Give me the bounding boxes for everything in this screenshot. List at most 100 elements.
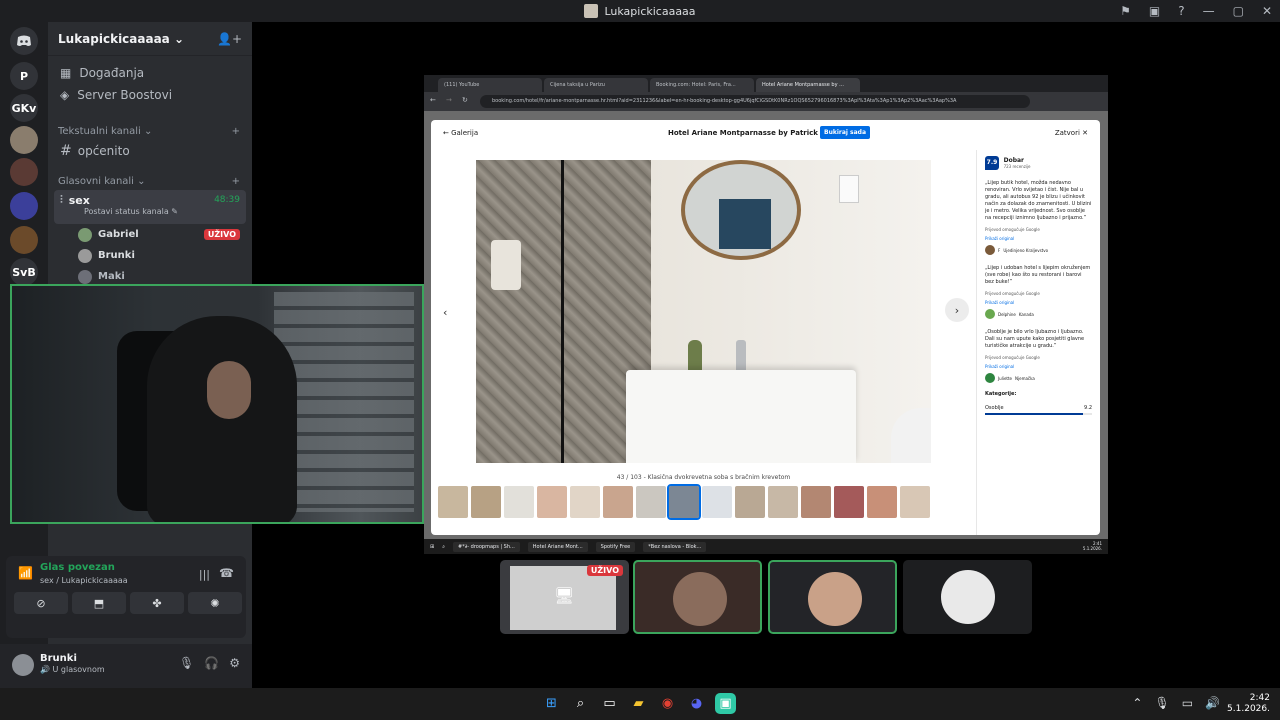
category-text-channels[interactable]: Tekstualni kanali ⌄ + [48,122,252,140]
participant-tile[interactable] [633,560,762,634]
hash-icon: # [60,143,72,159]
app-icon[interactable]: ▣ [715,693,736,714]
participant-tile[interactable] [768,560,897,634]
participant-tile[interactable] [903,560,1032,634]
category-label: Glasovni kanali [58,175,134,187]
gear-icon[interactable]: ⚙ [229,656,240,670]
windows-start-icon[interactable]: ⊞ [541,693,562,714]
gallery-thumbnail[interactable] [768,486,798,518]
soundboard-button[interactable]: ✺ [188,592,242,614]
gallery-thumbnail[interactable] [900,486,930,518]
server-icon-photo[interactable] [10,126,38,154]
server-icon-gkv[interactable]: GKv [10,94,38,122]
gallery-back-button[interactable]: ← Galerija [443,129,478,137]
maximize-button[interactable]: ▢ [1233,4,1244,18]
monitor-icon: 🖥 [554,586,575,605]
microphone-icon[interactable]: 🎙 [1154,696,1169,710]
server-icon-svb[interactable]: SvB [10,258,38,286]
translated-by: Prijevod omogućuje Google [985,291,1040,296]
browser-tab[interactable]: (111) YouTube [438,78,542,92]
gallery-thumbnail[interactable] [702,486,732,518]
reload-icon[interactable]: ↻ [462,96,468,104]
disconnect-icon[interactable]: ☎ [219,566,234,580]
avatar [808,572,862,626]
server-header[interactable]: Lukapickicaaaaa ⌄ 👤+ [48,22,252,56]
gallery-thumbnail[interactable] [438,486,468,518]
camera-off-button[interactable]: ⊘ [14,592,68,614]
webcam-video[interactable] [10,284,424,524]
browser-tab-active[interactable]: Hotel Ariane Montparnasse by ... [756,78,860,92]
server-icon-p[interactable]: P [10,62,38,90]
live-badge: UŽIVO [586,565,623,576]
activities-button[interactable]: ✤ [130,592,184,614]
voice-location[interactable]: sex / Lukapickicaaaaa [40,576,128,585]
browser-tab[interactable]: Cijena taksija u Parizu [544,78,648,92]
voice-user-brunki[interactable]: Brunki [48,245,252,266]
gallery-thumbnail[interactable] [570,486,600,518]
inbox-flag-icon[interactable]: ⚑ [1120,4,1131,18]
browser-tab[interactable]: Booking.com: Hotel: Paris, Fra... [650,78,754,92]
gallery-thumbnail[interactable] [537,486,567,518]
search-icon[interactable]: ⌕ [570,693,591,714]
screen-share-icon[interactable]: ▣ [1149,4,1160,18]
microphone-icon[interactable]: 🎙 [179,656,194,670]
chrome-icon[interactable]: ◉ [657,693,678,714]
avatar[interactable] [12,654,34,676]
add-channel-icon[interactable]: + [232,126,240,137]
channel-general[interactable]: # općenito [48,140,252,162]
gallery-thumbnail[interactable] [504,486,534,518]
gallery-close-button[interactable]: Zatvori ✕ [1055,129,1088,137]
avatar [673,572,727,626]
volume-icon[interactable]: 🔊 [1205,696,1220,710]
review-text: „Lijep butik hotel, možda nedavno renovi… [985,180,1092,221]
server-folder-icon[interactable] [10,192,38,220]
review-item: „Lijep butik hotel, možda nedavno renovi… [985,180,1092,255]
invite-people-icon[interactable]: 👤+ [217,32,242,46]
voice-channel-label: sex [68,193,90,207]
next-photo-icon[interactable]: › [945,298,969,322]
gallery-thumbnail[interactable] [471,486,501,518]
help-icon[interactable]: ? [1178,4,1184,18]
add-channel-icon[interactable]: + [232,176,240,187]
participant-tile-stream[interactable]: 🖥 UŽIVO [500,560,629,634]
category-voice-channels[interactable]: Glasovni kanali ⌄ + [48,172,252,190]
show-original-link[interactable]: Prikaži original [985,235,1092,242]
sidebar-link-boosts[interactable]: ◈ Server Boostovi [48,84,252,106]
book-now-button[interactable]: Bukiraj sada [820,126,871,139]
noise-suppression-icon[interactable]: ||| [199,568,210,581]
address-bar[interactable]: booking.com/hotel/fr/ariane-montparnasse… [480,95,1030,108]
screen-share-view[interactable]: (111) YouTube Cijena taksija u Parizu Bo… [424,75,1108,554]
set-channel-status[interactable]: Postavi status kanala ✎ [84,207,240,216]
headphones-icon[interactable]: 🎧 [204,656,219,670]
gallery-thumbnail[interactable] [667,484,701,520]
gallery-thumbnail[interactable] [603,486,633,518]
prev-photo-icon[interactable]: ‹ [443,306,447,319]
forward-arrow-icon[interactable]: → [446,96,452,104]
gallery-thumbnail[interactable] [834,486,864,518]
back-arrow-icon[interactable]: ← [430,96,436,104]
os-clock[interactable]: 2:42 5.1.2026. [1227,693,1270,715]
minimize-button[interactable]: — [1203,4,1215,18]
show-original-link[interactable]: Prikaži original [985,363,1092,370]
gallery-modal: ← Galerija Hotel Ariane Montparnasse by … [431,120,1100,535]
server-icon-photo[interactable] [10,158,38,186]
sidebar-link-events[interactable]: ▦ Događanja [48,62,252,84]
close-window-button[interactable]: ✕ [1262,4,1272,18]
gallery-thumbnail[interactable] [867,486,897,518]
signal-icon: 📶 [18,566,33,580]
voice-user-gabriel[interactable]: Gabriel UŽIVO [48,224,252,245]
server-icon-photo[interactable] [10,226,38,254]
show-original-link[interactable]: Prikaži original [985,299,1092,306]
calendar-icon: ▦ [60,66,72,80]
chevron-up-icon[interactable]: ⌃ [1132,696,1142,710]
gallery-thumbnail[interactable] [636,486,666,518]
task-view-icon[interactable]: ▭ [599,693,620,714]
gallery-thumbnail[interactable] [801,486,831,518]
gallery-thumbnail[interactable] [735,486,765,518]
share-screen-button[interactable]: ⬒ [72,592,126,614]
discord-home-icon[interactable] [10,27,38,55]
voice-channel-sex[interactable]: ⫶ sex Postavi status kanala ✎ 48:39 [54,190,246,224]
discord-icon[interactable]: ◕ [686,693,707,714]
file-explorer-icon[interactable]: ▰ [628,693,649,714]
display-icon[interactable]: ▭ [1182,696,1193,710]
